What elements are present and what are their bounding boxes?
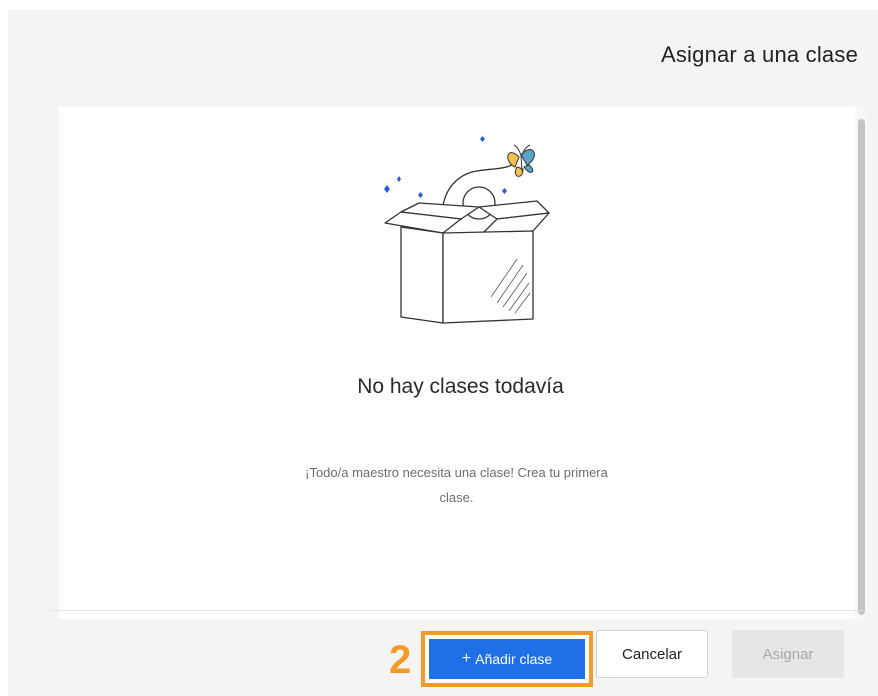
scrollbar[interactable] [855,107,867,619]
empty-state-panel: No hay clases todavía ¡Todo/a maestro ne… [59,107,862,687]
empty-state-title: No hay clases todavía [357,375,564,398]
add-class-button[interactable]: + Añadir clase [429,639,585,679]
footer-divider [51,610,863,611]
cancel-button[interactable]: Cancelar [596,630,708,678]
highlight-frame: + Añadir clase [421,631,593,687]
step-number-annotation: 2 [389,638,412,682]
open-box-butterfly-icon [384,136,550,324]
scrollbar-thumb[interactable] [858,119,865,615]
plus-icon: + [461,650,472,667]
add-class-label: Añadir clase [475,651,553,667]
assign-button[interactable]: Asignar [732,630,844,678]
assign-class-dialog: Asignar a una clase No hay clases todaví… [8,10,878,696]
dialog-title: Asignar a una clase [660,42,858,67]
empty-state-message: ¡Todo/a maestro necesita una clase! Crea… [305,465,608,505]
